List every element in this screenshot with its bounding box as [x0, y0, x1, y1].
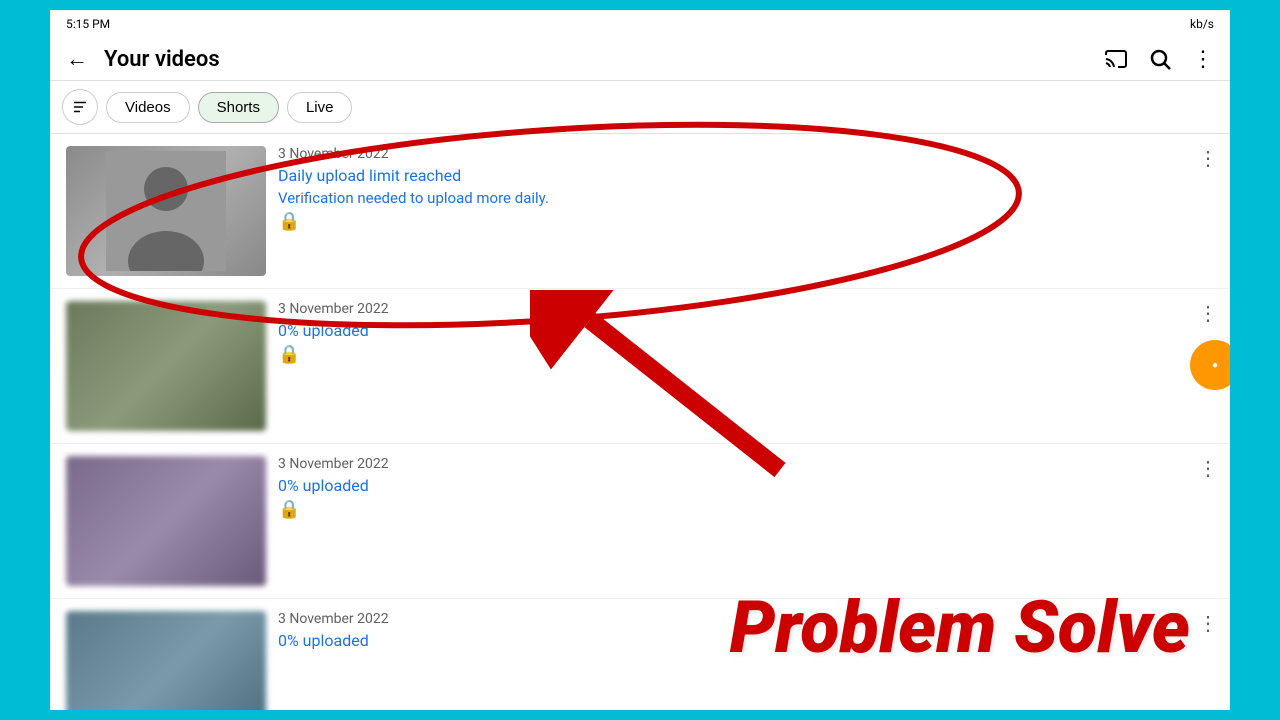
top-nav: ← Your videos ⋮: [50, 38, 1230, 81]
person-image: [66, 146, 266, 276]
lock-icon-3: 🔒: [278, 499, 1202, 520]
phone-screen: 5:15 PM kb/s ← Your videos: [50, 10, 1230, 710]
page-title: Your videos: [104, 47, 220, 72]
video-date-4: 3 November 2022: [278, 611, 1202, 627]
status-speed: kb/s: [1190, 17, 1214, 31]
video-date-2: 3 November 2022: [278, 301, 1202, 317]
video-more-button-2[interactable]: ⋮: [1198, 301, 1218, 326]
video-item-2: 3 November 2022 0% uploaded 🔒 ⋮: [50, 289, 1230, 444]
nav-right: ⋮: [1104, 46, 1214, 72]
cast-button[interactable]: [1104, 47, 1128, 71]
tab-live[interactable]: Live: [287, 92, 353, 123]
filter-button[interactable]: [62, 89, 98, 125]
video-date-3: 3 November 2022: [278, 456, 1202, 472]
video-item-1: 3 November 2022 Daily upload limit reach…: [50, 134, 1230, 289]
video-info-1: 3 November 2022 Daily upload limit reach…: [266, 146, 1214, 232]
more-icon: ⋮: [1192, 46, 1214, 72]
cast-icon: [1104, 47, 1128, 71]
lock-icon-1: 🔒: [278, 211, 1202, 232]
search-button[interactable]: [1148, 47, 1172, 71]
video-status-4: 0% uploaded: [278, 631, 1202, 650]
status-time: 5:15 PM: [66, 17, 110, 31]
tab-videos[interactable]: Videos: [106, 92, 190, 123]
video-thumbnail-2: [66, 301, 266, 431]
video-info-4: 3 November 2022 0% uploaded: [266, 611, 1214, 654]
video-item-3: 3 November 2022 0% uploaded 🔒 ⋮: [50, 444, 1230, 599]
status-bar: 5:15 PM kb/s: [50, 10, 1230, 38]
video-more-button-1[interactable]: ⋮: [1198, 146, 1218, 171]
nav-left: ← Your videos: [66, 46, 220, 72]
video-info-2: 3 November 2022 0% uploaded 🔒: [266, 301, 1214, 365]
video-date-1: 3 November 2022: [278, 146, 1202, 162]
video-more-button-4[interactable]: ⋮: [1198, 611, 1218, 636]
video-more-button-3[interactable]: ⋮: [1198, 456, 1218, 481]
more-button[interactable]: ⋮: [1192, 46, 1214, 72]
video-thumbnail-4: [66, 611, 266, 710]
video-list: 3 November 2022 Daily upload limit reach…: [50, 134, 1230, 710]
video-item-4: 3 November 2022 0% uploaded ⋮: [50, 599, 1230, 710]
video-thumbnail-3: [66, 456, 266, 586]
video-thumbnail-1: [66, 146, 266, 276]
lock-icon-2: 🔒: [278, 344, 1202, 365]
video-status-1a: Daily upload limit reached: [278, 166, 1202, 185]
tab-shorts[interactable]: Shorts: [198, 92, 279, 123]
video-info-3: 3 November 2022 0% uploaded 🔒: [266, 456, 1214, 520]
back-button[interactable]: ←: [66, 46, 88, 72]
back-icon: ←: [66, 46, 88, 72]
video-status-2: 0% uploaded: [278, 321, 1202, 340]
person-svg: [106, 151, 226, 271]
tab-bar: Videos Shorts Live: [50, 81, 1230, 134]
badge-label: ●: [1212, 360, 1218, 371]
filter-icon: [71, 98, 89, 116]
video-status-1b: Verification needed to upload more daily…: [278, 189, 1202, 207]
video-status-3: 0% uploaded: [278, 476, 1202, 495]
search-icon: [1148, 47, 1172, 71]
